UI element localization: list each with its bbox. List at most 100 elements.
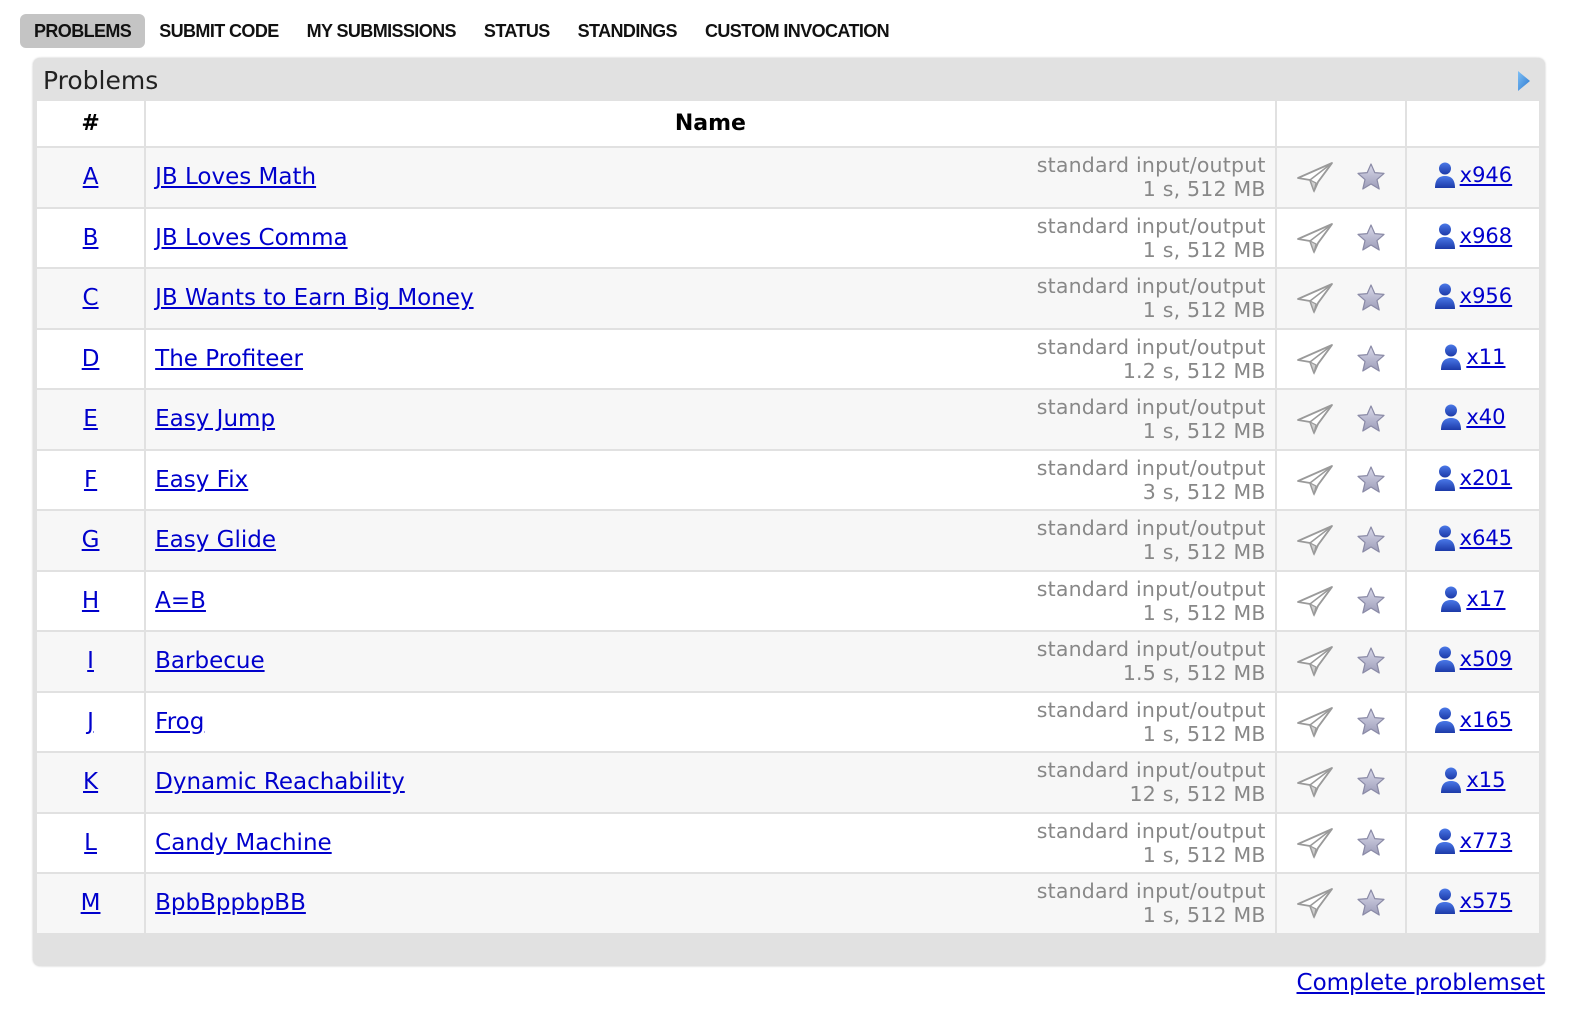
paper-plane-icon[interactable] [1296, 161, 1334, 194]
problem-io: standard input/output [1036, 455, 1266, 480]
paper-plane-icon[interactable] [1296, 524, 1334, 557]
star-icon[interactable] [1356, 465, 1386, 495]
solved-count-link[interactable]: x968 [1434, 222, 1513, 250]
solved-count-link[interactable]: x773 [1434, 827, 1513, 855]
problem-index-link[interactable]: J [87, 709, 94, 735]
problem-index-link[interactable]: C [83, 285, 99, 311]
problem-name-link[interactable]: JB Loves Math [155, 164, 316, 190]
star-icon[interactable] [1356, 162, 1386, 192]
star-icon[interactable] [1356, 888, 1386, 918]
problem-index-link[interactable]: F [84, 467, 97, 493]
paper-plane-icon[interactable] [1296, 282, 1334, 315]
problem-name-link[interactable]: Easy Jump [155, 406, 275, 432]
problem-name-link[interactable]: Easy Glide [155, 527, 276, 553]
paper-plane-icon[interactable] [1296, 343, 1334, 375]
paper-plane-icon[interactable] [1296, 585, 1334, 617]
problem-index-link[interactable]: H [82, 588, 99, 614]
problem-index-link[interactable]: D [82, 346, 100, 372]
solved-count-link[interactable]: x40 [1440, 403, 1505, 431]
star-icon[interactable] [1356, 828, 1386, 858]
solved-count[interactable]: x946 [1460, 163, 1513, 187]
solved-count[interactable]: x645 [1460, 526, 1513, 550]
solved-count[interactable]: x40 [1466, 405, 1505, 429]
star-icon[interactable] [1356, 767, 1386, 797]
solved-count-link[interactable]: x946 [1434, 161, 1513, 189]
solved-count-link[interactable]: x575 [1434, 887, 1513, 915]
solved-count-link[interactable]: x17 [1440, 585, 1505, 613]
nav-problems[interactable]: PROBLEMS [20, 14, 146, 48]
solved-count[interactable]: x956 [1460, 284, 1513, 308]
problem-index-link[interactable]: L [84, 830, 97, 856]
solved-count-link[interactable]: x956 [1434, 282, 1513, 310]
problem-name-link[interactable]: The Profiteer [155, 346, 303, 372]
problem-index-link[interactable]: K [83, 769, 98, 795]
complete-problemset-link[interactable]: Complete problemset [1297, 970, 1545, 996]
nav-status[interactable]: STATUS [470, 14, 564, 48]
problem-name-link[interactable]: JB Loves Comma [155, 225, 347, 251]
paper-plane-icon[interactable] [1296, 222, 1334, 254]
problem-name-link[interactable]: Frog [155, 709, 204, 735]
nav-custom-invocation[interactable]: CUSTOM INVOCATION [691, 14, 903, 48]
problem-name-link[interactable]: A=B [155, 588, 206, 614]
problem-index-link[interactable]: I [87, 648, 94, 674]
nav-submit-code[interactable]: SUBMIT CODE [145, 14, 292, 48]
problem-index-link[interactable]: E [83, 406, 98, 432]
star-icon[interactable] [1356, 404, 1386, 434]
problem-solved-cell: x509 [1405, 631, 1539, 693]
problem-limits: standard input/output 12 s, 512 MB [1037, 758, 1266, 806]
table-row: D The Profiteer standard input/output 1.… [37, 328, 1539, 390]
problem-name-link[interactable]: Candy Machine [155, 830, 332, 856]
paper-plane-icon[interactable] [1296, 403, 1334, 436]
paper-plane-icon[interactable] [1296, 766, 1334, 799]
solved-count[interactable]: x165 [1460, 708, 1513, 732]
paper-plane-icon[interactable] [1296, 706, 1334, 738]
problem-name-link[interactable]: BpbBppbpBB [155, 890, 306, 916]
star-icon[interactable] [1356, 707, 1386, 737]
solved-count[interactable]: x11 [1466, 345, 1505, 369]
problem-name-link[interactable]: Easy Fix [155, 467, 248, 493]
solved-count[interactable]: x773 [1460, 829, 1513, 853]
problem-actions-cell [1275, 812, 1407, 874]
star-icon[interactable] [1356, 586, 1386, 616]
problem-time-memory: 1 s, 512 MB [1142, 177, 1266, 202]
problem-solved-cell: x946 [1405, 147, 1539, 209]
problem-limits: standard input/output 1 s, 512 MB [1037, 153, 1266, 201]
solved-count-link[interactable]: x15 [1440, 766, 1505, 794]
solved-count[interactable]: x201 [1460, 466, 1513, 490]
solved-count[interactable]: x17 [1466, 587, 1505, 611]
solved-count-link[interactable]: x165 [1434, 706, 1513, 734]
problem-index-cell: A [37, 147, 147, 209]
solved-count-link[interactable]: x645 [1434, 524, 1513, 552]
paper-plane-icon[interactable] [1296, 645, 1334, 678]
nav-my-submissions[interactable]: MY SUBMISSIONS [293, 14, 470, 48]
solved-count-link[interactable]: x509 [1434, 645, 1513, 673]
star-icon[interactable] [1356, 283, 1386, 313]
solved-count[interactable]: x509 [1460, 647, 1513, 671]
panel-title: Problems [43, 66, 159, 95]
problem-index-link[interactable]: A [83, 164, 99, 190]
table-header-row: # Name [37, 101, 1539, 148]
problem-index-link[interactable]: B [83, 225, 99, 251]
star-icon[interactable] [1356, 223, 1386, 253]
problem-index-cell: G [37, 510, 147, 572]
nav-standings[interactable]: STANDINGS [564, 14, 691, 48]
problem-index-link[interactable]: M [81, 890, 101, 916]
star-icon[interactable] [1356, 525, 1386, 555]
solved-count[interactable]: x15 [1466, 768, 1505, 792]
problem-name-cell: BpbBppbpBB standard input/output 1 s, 51… [145, 873, 1277, 935]
star-icon[interactable] [1356, 646, 1386, 676]
solved-count-link[interactable]: x11 [1440, 343, 1505, 371]
problem-time-memory: 1.2 s, 512 MB [1122, 358, 1266, 383]
problem-index-link[interactable]: G [82, 527, 100, 553]
paper-plane-icon[interactable] [1296, 827, 1334, 859]
triangle-right-icon[interactable] [1517, 70, 1531, 92]
solved-count[interactable]: x968 [1460, 224, 1513, 248]
problem-name-link[interactable]: JB Wants to Earn Big Money [155, 285, 473, 311]
problem-name-link[interactable]: Dynamic Reachability [155, 769, 405, 795]
star-icon[interactable] [1356, 344, 1386, 374]
paper-plane-icon[interactable] [1296, 887, 1334, 920]
solved-count-link[interactable]: x201 [1434, 464, 1513, 492]
solved-count[interactable]: x575 [1460, 889, 1513, 913]
problem-name-link[interactable]: Barbecue [155, 648, 264, 674]
paper-plane-icon[interactable] [1296, 464, 1334, 496]
